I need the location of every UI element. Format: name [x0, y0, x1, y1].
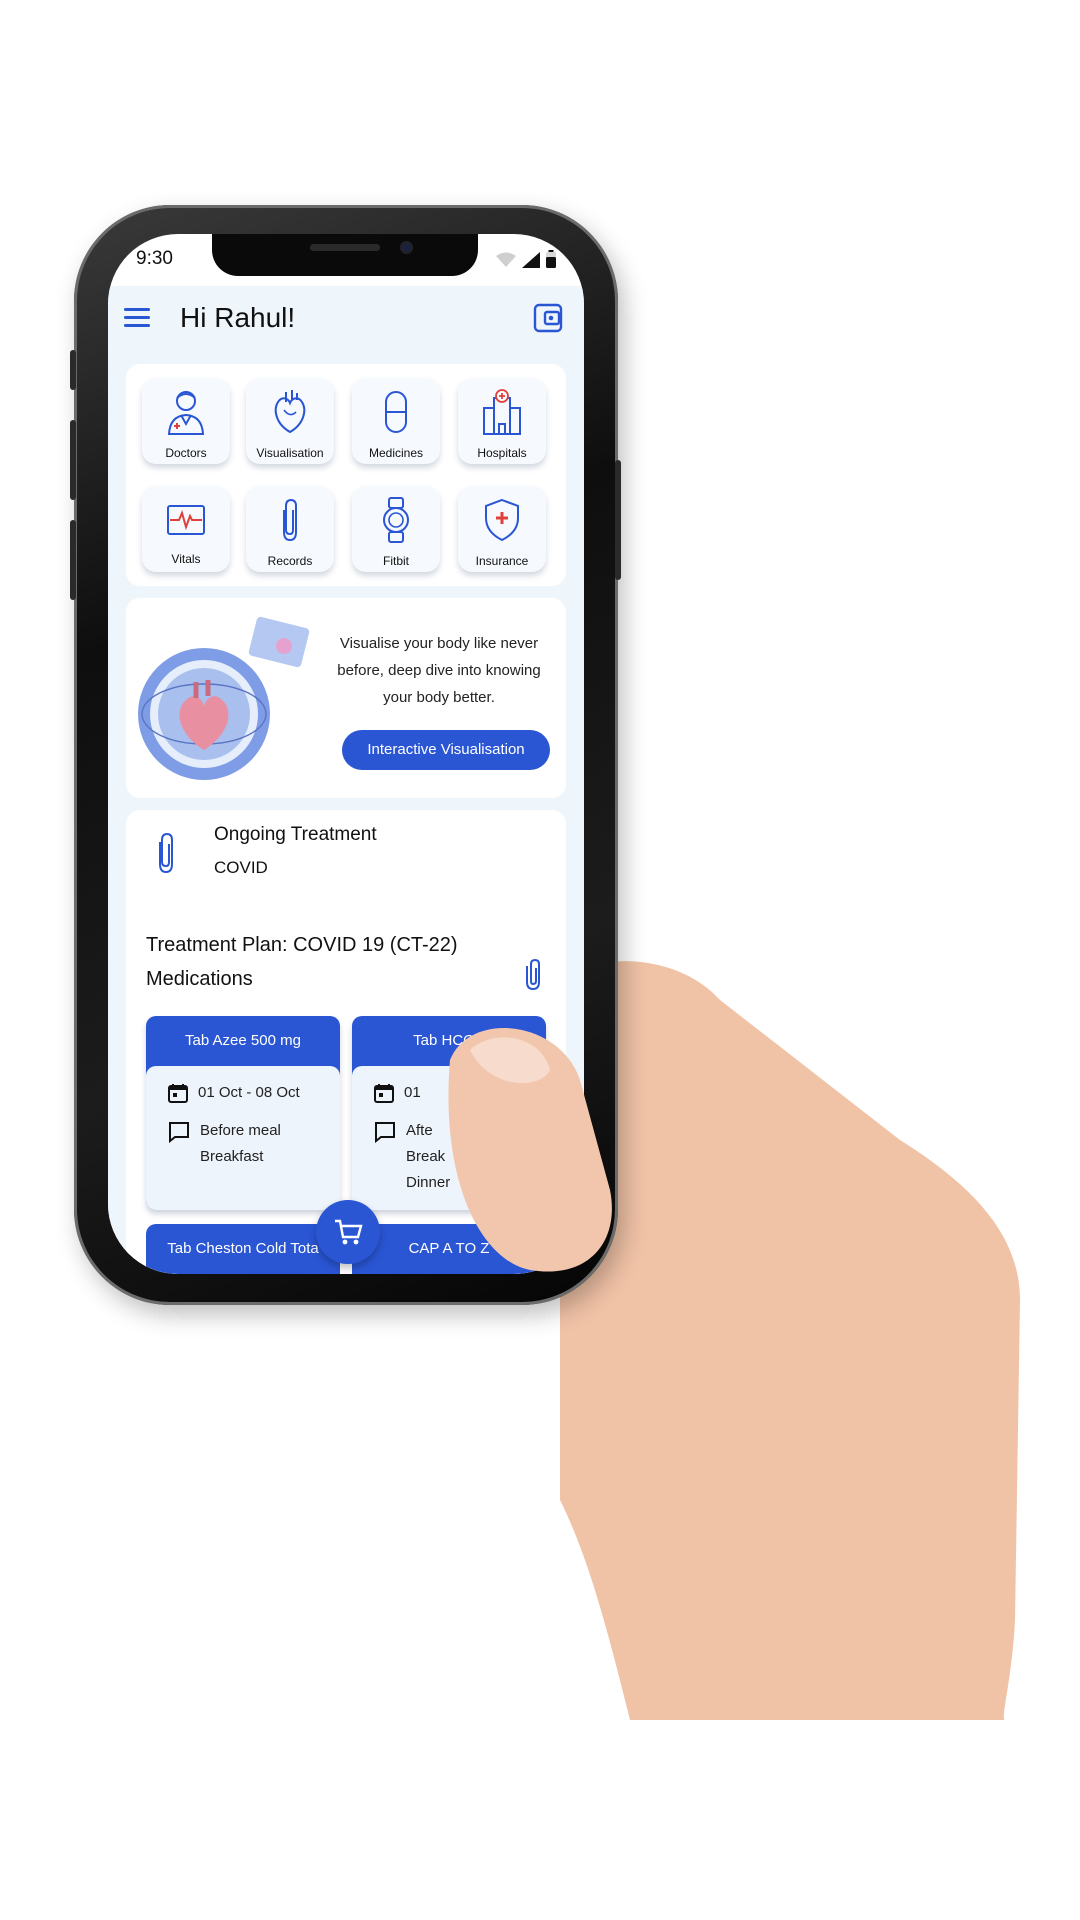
quick-action-label: Hospitals [477, 446, 527, 460]
medication-card[interactable]: Tab Azee 500 mg 01 Oct - 08 Oct Before m… [146, 1016, 340, 1210]
quick-actions-card: Doctors Visualisation Medicines Hospital… [126, 364, 566, 586]
treatment-plan-label: Treatment Plan: COVID 19 (CT-22) [146, 934, 458, 956]
signal-icon [522, 252, 540, 268]
calendar-icon [168, 1084, 188, 1103]
status-icons [496, 250, 556, 268]
phone-side-button [70, 350, 76, 390]
visualisation-promo-card: Visualise your body like never before, d… [126, 598, 566, 798]
notch [212, 234, 478, 276]
quick-action-label: Visualisation [256, 446, 324, 460]
quick-action-label: Insurance [475, 554, 529, 568]
phone-volume-down [70, 520, 76, 600]
quick-action-fitbit[interactable]: Fitbit [352, 486, 440, 572]
speaker [310, 244, 380, 251]
ecg-icon [167, 505, 205, 535]
paperclip-icon [283, 498, 297, 542]
doctor-icon [167, 391, 205, 435]
medication-timing-line: Before meal [200, 1122, 281, 1139]
phone-power-button [615, 460, 621, 580]
medication-details: 01 Oct - 08 Oct Before meal Breakfast [146, 1066, 340, 1210]
shield-cross-icon [485, 498, 519, 542]
medication-card[interactable]: Tab Cheston Cold Tota [146, 1224, 340, 1274]
thumb-illustration [448, 1027, 612, 1272]
interactive-visualisation-button[interactable]: Interactive Visualisation [342, 730, 550, 770]
paperclip-icon [159, 832, 173, 874]
quick-action-label: Fitbit [382, 554, 409, 568]
quick-action-visualisation[interactable]: Visualisation [246, 378, 334, 464]
greeting-title: Hi Rahul! [180, 302, 296, 333]
heart-icon [274, 390, 306, 434]
status-time: 9:30 [136, 248, 173, 269]
quick-action-medicines[interactable]: Medicines [352, 378, 440, 464]
phone-volume-up [70, 420, 76, 500]
quick-action-insurance[interactable]: Insurance [458, 486, 546, 572]
chat-icon [169, 1122, 189, 1143]
heart-visualisation-illustration [138, 616, 310, 780]
wifi-icon [496, 252, 516, 267]
medication-timing-row: Before meal Breakfast [168, 1118, 281, 1170]
hospital-icon [483, 389, 521, 435]
quick-action-records[interactable]: Records [246, 486, 334, 572]
calendar-icon [374, 1084, 394, 1103]
front-camera [400, 241, 413, 254]
quick-action-label: Doctors [165, 446, 207, 460]
treatment-title: Ongoing Treatment [214, 824, 377, 845]
medication-name: Tab Cheston Cold Tota [167, 1240, 319, 1257]
chat-icon [375, 1122, 395, 1143]
wallet-icon[interactable] [532, 302, 564, 334]
treatment-plan: Treatment Plan: COVID 19 (CT-22) Medicat… [146, 928, 526, 996]
quick-action-vitals[interactable]: Vitals [142, 486, 230, 572]
app-header: Hi Rahul! [108, 286, 584, 356]
menu-icon[interactable] [124, 306, 152, 330]
medication-dates: 01 Oct - 08 Oct [198, 1084, 300, 1101]
medication-name: Tab Azee 500 mg [185, 1032, 301, 1049]
medication-dates-row: 01 Oct - 08 Oct [168, 1080, 300, 1106]
capsule-icon [385, 391, 407, 433]
cart-button[interactable] [316, 1200, 380, 1264]
watch-icon [383, 497, 409, 543]
battery-icon [546, 250, 556, 268]
promo-text: Visualise your body like never before, d… [337, 635, 541, 706]
quick-action-label: Vitals [171, 552, 201, 566]
quick-action-hospitals[interactable]: Hospitals [458, 378, 546, 464]
attachment-icon[interactable] [522, 958, 544, 992]
medication-timing-line: Breakfast [200, 1148, 264, 1165]
cart-icon [335, 1219, 363, 1245]
quick-action-label: Records [267, 554, 313, 568]
treatment-condition: COVID [214, 858, 268, 877]
medications-heading: Medications [146, 968, 253, 990]
quick-action-label: Medicines [368, 446, 424, 460]
quick-action-doctors[interactable]: Doctors [142, 378, 230, 464]
